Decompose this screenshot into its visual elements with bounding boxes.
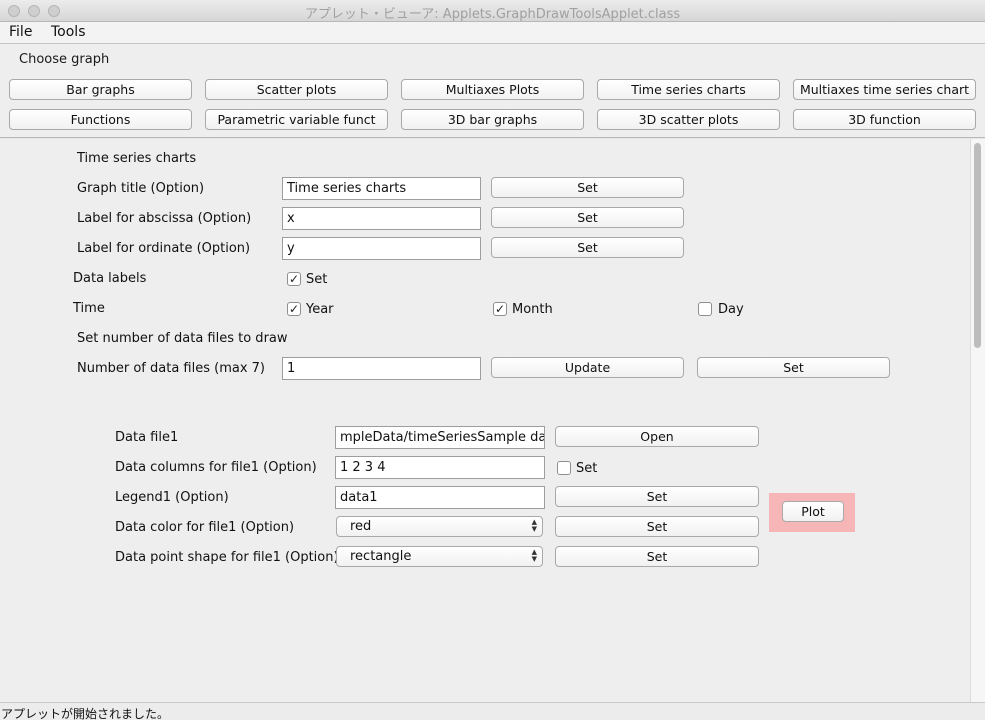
window-title: アプレット・ビューア: Applets.GraphDrawToolsApplet… — [304, 7, 681, 22]
3d-scatter-plots-button[interactable]: 3D scatter plots — [597, 109, 780, 130]
abscissa-set-button[interactable]: Set — [491, 207, 684, 228]
status-text: アプレットが開始されました。 — [1, 707, 170, 720]
abscissa-label: Label for abscissa (Option) — [77, 211, 252, 226]
num-files-label: Number of data files (max 7) — [77, 361, 266, 376]
data-columns-label: Data columns for file1 (Option) — [115, 460, 317, 475]
data-file1-input[interactable]: mpleData/timeSeriesSample dat — [335, 426, 545, 449]
menu-file[interactable]: File — [9, 24, 32, 40]
data-labels-set-label: Set — [306, 272, 328, 287]
update-button[interactable]: Update — [491, 357, 684, 378]
3d-function-button[interactable]: 3D function — [793, 109, 976, 130]
bar-graphs-button[interactable]: Bar graphs — [9, 79, 192, 100]
data-color-set-button[interactable]: Set — [555, 516, 759, 537]
plot-button[interactable]: Plot — [782, 501, 844, 522]
day-label: Day — [718, 302, 744, 317]
choose-graph-label: Choose graph — [19, 52, 110, 67]
year-label: Year — [306, 302, 334, 317]
data-columns-checkbox[interactable] — [557, 461, 571, 475]
data-color-select[interactable]: red ▲ ▼ — [336, 516, 543, 537]
num-files-heading: Set number of data files to draw — [77, 331, 288, 346]
status-bar: アプレットが開始されました。 — [0, 702, 985, 720]
vertical-scrollbar[interactable] — [970, 139, 985, 702]
multiaxes-time-series-chart-button[interactable]: Multiaxes time series chart — [793, 79, 976, 100]
select-arrows-icon: ▲ ▼ — [531, 518, 537, 533]
scatter-plots-button[interactable]: Scatter plots — [205, 79, 388, 100]
legend1-label: Legend1 (Option) — [115, 490, 229, 505]
num-files-set-button[interactable]: Set — [697, 357, 890, 378]
plot-highlight: Plot — [769, 493, 855, 532]
year-checkbox[interactable]: ✓ — [287, 302, 301, 316]
functions-button[interactable]: Functions — [9, 109, 192, 130]
day-checkbox[interactable] — [698, 302, 712, 316]
legend1-set-button[interactable]: Set — [555, 486, 759, 507]
parametric-variable-function-button[interactable]: Parametric variable funct — [205, 109, 388, 130]
abscissa-input[interactable]: x — [282, 207, 481, 230]
time-label: Time — [73, 301, 105, 316]
data-shape-select[interactable]: rectangle ▲ ▼ — [336, 546, 543, 567]
scrollbar-thumb[interactable] — [974, 143, 981, 348]
time-series-settings-panel: Time series charts Graph title (Option) … — [0, 139, 970, 702]
open-file-button[interactable]: Open — [555, 426, 759, 447]
data-columns-set-label: Set — [576, 461, 598, 476]
num-files-input[interactable]: 1 — [282, 357, 481, 380]
ordinate-label: Label for ordinate (Option) — [77, 241, 251, 256]
month-checkbox[interactable]: ✓ — [493, 302, 507, 316]
select-arrows-icon: ▲ ▼ — [531, 548, 537, 563]
time-series-charts-button[interactable]: Time series charts — [597, 79, 780, 100]
ordinate-input[interactable]: y — [282, 237, 481, 260]
data-shape-set-button[interactable]: Set — [555, 546, 759, 567]
graph-title-set-button[interactable]: Set — [491, 177, 684, 198]
data-labels-label: Data labels — [73, 271, 147, 286]
graph-title-input[interactable]: Time series charts — [282, 177, 481, 200]
graph-title-label: Graph title (Option) — [77, 181, 205, 196]
month-label: Month — [512, 302, 553, 317]
legend1-input[interactable]: data1 — [335, 486, 545, 509]
data-columns-input[interactable]: 1 2 3 4 — [335, 456, 545, 479]
data-file1-label: Data file1 — [115, 430, 179, 445]
menu-tools[interactable]: Tools — [51, 24, 86, 40]
choose-graph-panel: Choose graph Bar graphs Scatter plots Mu… — [0, 44, 985, 138]
data-color-value: red — [350, 519, 372, 534]
data-color-label: Data color for file1 (Option) — [115, 520, 295, 535]
data-shape-label: Data point shape for file1 (Option) — [115, 550, 339, 565]
window-titlebar: アプレット・ビューア: Applets.GraphDrawToolsApplet… — [0, 0, 985, 22]
3d-bar-graphs-button[interactable]: 3D bar graphs — [401, 109, 584, 130]
menu-bar: File Tools — [0, 22, 985, 44]
data-labels-checkbox[interactable]: ✓ — [287, 272, 301, 286]
section-title: Time series charts — [77, 151, 197, 166]
multiaxes-plots-button[interactable]: Multiaxes Plots — [401, 79, 584, 100]
ordinate-set-button[interactable]: Set — [491, 237, 684, 258]
data-shape-value: rectangle — [350, 549, 412, 564]
